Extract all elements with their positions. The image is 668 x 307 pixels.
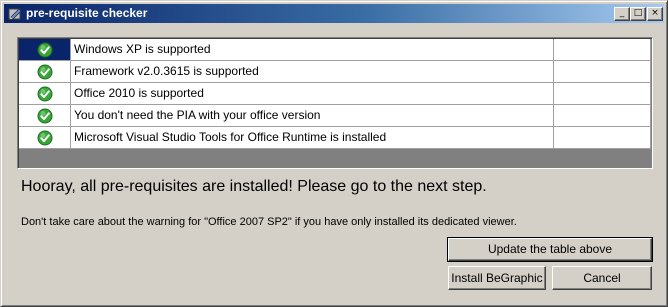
status-cell[interactable] [19,83,71,105]
requirement-cell[interactable]: Microsoft Visual Studio Tools for Office… [71,127,554,149]
check-icon [37,64,52,79]
check-icon [37,130,52,145]
install-begraphic-button[interactable]: Install BeGraphic [448,266,546,290]
maximize-button[interactable]: □ [630,7,646,21]
table-row[interactable]: Framework v2.0.3615 is supported [19,61,651,83]
requirement-cell[interactable]: Office 2010 is supported [71,83,554,105]
requirement-cell[interactable]: Windows XP is supported [71,39,554,61]
check-icon [37,108,52,123]
cancel-button[interactable]: Cancel [552,266,652,290]
extra-cell[interactable] [554,39,651,61]
title-bar[interactable]: pre-requisite checker _ □ × [4,4,664,23]
requirement-cell[interactable]: Framework v2.0.3615 is supported [71,61,554,83]
minimize-button[interactable]: _ [614,7,630,21]
extra-cell[interactable] [554,61,651,83]
status-cell[interactable] [19,127,71,149]
table-row[interactable]: You don't need the PIA with your office … [19,105,651,127]
check-icon [37,86,52,101]
table-row[interactable]: Microsoft Visual Studio Tools for Office… [19,127,651,149]
prerequisite-checker-window: pre-requisite checker _ □ × Windows XP i… [0,0,668,307]
status-cell[interactable] [19,39,71,61]
extra-cell[interactable] [554,105,651,127]
status-cell[interactable] [19,61,71,83]
prerequisites-table[interactable]: Windows XP is supported Framework v2.0.3… [17,37,653,169]
table-row[interactable]: Windows XP is supported [19,39,651,61]
requirement-cell[interactable]: You don't need the PIA with your office … [71,105,554,127]
table-row[interactable]: Office 2010 is supported [19,83,651,105]
close-button[interactable]: × [647,7,663,21]
app-icon [8,8,22,20]
extra-cell[interactable] [554,127,651,149]
update-table-button[interactable]: Update the table above [447,237,653,262]
window-title: pre-requisite checker [26,6,148,20]
status-message: Hooray, all pre-requisites are installed… [21,178,487,195]
check-icon [37,42,52,57]
viewer-warning-note: Don't take care about the warning for "O… [21,216,517,228]
extra-cell[interactable] [554,83,651,105]
status-cell[interactable] [19,105,71,127]
